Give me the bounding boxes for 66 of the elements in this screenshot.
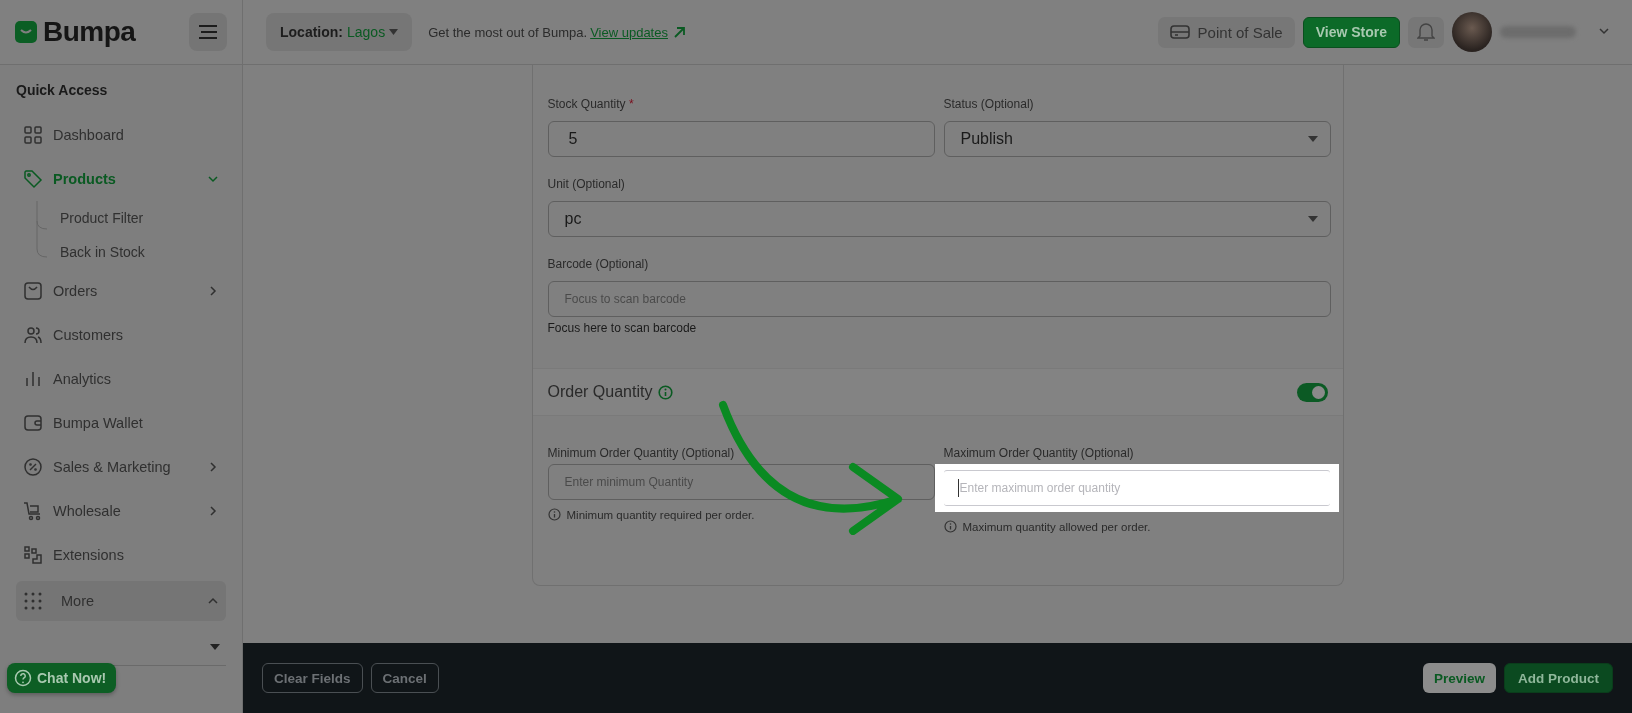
notification-button[interactable]	[1408, 16, 1444, 48]
input-field[interactable]: 5	[547, 121, 935, 157]
arrow-up-right-icon	[673, 26, 685, 38]
clear-fields-button[interactable]: Clear Fields	[262, 663, 363, 693]
view-store-button[interactable]: View Store	[1302, 16, 1400, 48]
tag-icon	[23, 169, 43, 189]
field-label: Barcode (Optional)	[547, 257, 650, 271]
point-of-sale-button[interactable]: Point of Sale	[1157, 16, 1295, 48]
section-title: Order Quantity	[547, 383, 653, 401]
bar-chart-icon	[23, 369, 43, 389]
info-icon	[943, 520, 957, 533]
sidebar-item[interactable]: More	[16, 581, 226, 621]
bag-icon	[23, 281, 43, 301]
sidebar-item[interactable]: Bumpa Wallet	[16, 401, 226, 445]
sidebar-item[interactable]: Dashboard	[16, 113, 226, 157]
field-label: Status (Optional)	[943, 97, 1035, 111]
select-field[interactable]: Publish	[943, 121, 1331, 157]
promo-text: Get the most out of Bumpa.	[428, 24, 588, 40]
help-icon	[14, 669, 32, 687]
chat-now-button[interactable]: Chat Now!	[7, 663, 117, 693]
chevron-icon	[1598, 25, 1610, 37]
users-icon	[23, 325, 43, 345]
hint-text: Maximum quantity allowed per order.	[962, 520, 1151, 533]
field-label: Unit (Optional)	[547, 177, 626, 191]
brand-logo: Bumpa	[43, 16, 136, 48]
sidebar-item[interactable]: Wholesale	[16, 489, 226, 533]
info-icon	[658, 384, 674, 400]
field-label: Stock Quantity *	[547, 97, 635, 111]
grid-icon	[23, 125, 43, 145]
location-selector[interactable]: Location: Lagos	[266, 13, 413, 51]
logo-icon	[15, 21, 37, 43]
caret-icon	[210, 644, 220, 650]
view-updates-link[interactable]: View updates	[590, 24, 668, 40]
sidebar-item[interactable]: Extensions	[16, 533, 226, 577]
sidebar-item[interactable]: Sales & Marketing	[16, 445, 226, 489]
blocks-icon	[23, 545, 43, 565]
add-product-button[interactable]: Add Product	[1504, 663, 1613, 693]
cancel-button[interactable]: Cancel	[370, 663, 439, 693]
menu-button[interactable]	[189, 13, 227, 51]
dots-grid-icon	[23, 591, 43, 611]
caret-icon	[389, 29, 399, 35]
field-label: Maximum Order Quantity (Optional)	[943, 446, 1135, 460]
helper-text: Focus here to scan barcode	[547, 321, 698, 335]
sidebar-subitem[interactable]: Back in Stock	[60, 235, 226, 269]
sidebar-subitem[interactable]: Product Filter	[60, 201, 226, 235]
select-field[interactable]: pc	[547, 201, 1331, 237]
section-heading: Quick Access	[16, 82, 109, 98]
caret-icon	[1307, 136, 1318, 142]
hint-text: Minimum quantity required per order.	[566, 508, 755, 521]
avatar[interactable]	[1452, 12, 1492, 52]
percent-icon	[23, 457, 43, 477]
sidebar-item[interactable]: Orders	[16, 269, 226, 313]
sidebar-item[interactable]: Analytics	[16, 357, 226, 401]
sidebar-item[interactable]: Customers	[16, 313, 226, 357]
caret-icon	[1307, 216, 1318, 222]
info-icon	[547, 508, 561, 521]
preview-button[interactable]: Preview	[1422, 663, 1496, 693]
card-reader-icon	[1169, 24, 1190, 40]
bell-icon	[1417, 22, 1435, 42]
sidebar-item[interactable]: Products	[16, 157, 226, 201]
field-label: Minimum Order Quantity (Optional)	[547, 446, 736, 460]
wallet-icon	[23, 413, 43, 433]
toggle-switch[interactable]	[1296, 382, 1328, 402]
input-field[interactable]: Enter maximum order quantity	[943, 470, 1330, 506]
menu-icon	[198, 25, 218, 39]
cart-icon	[23, 501, 43, 521]
